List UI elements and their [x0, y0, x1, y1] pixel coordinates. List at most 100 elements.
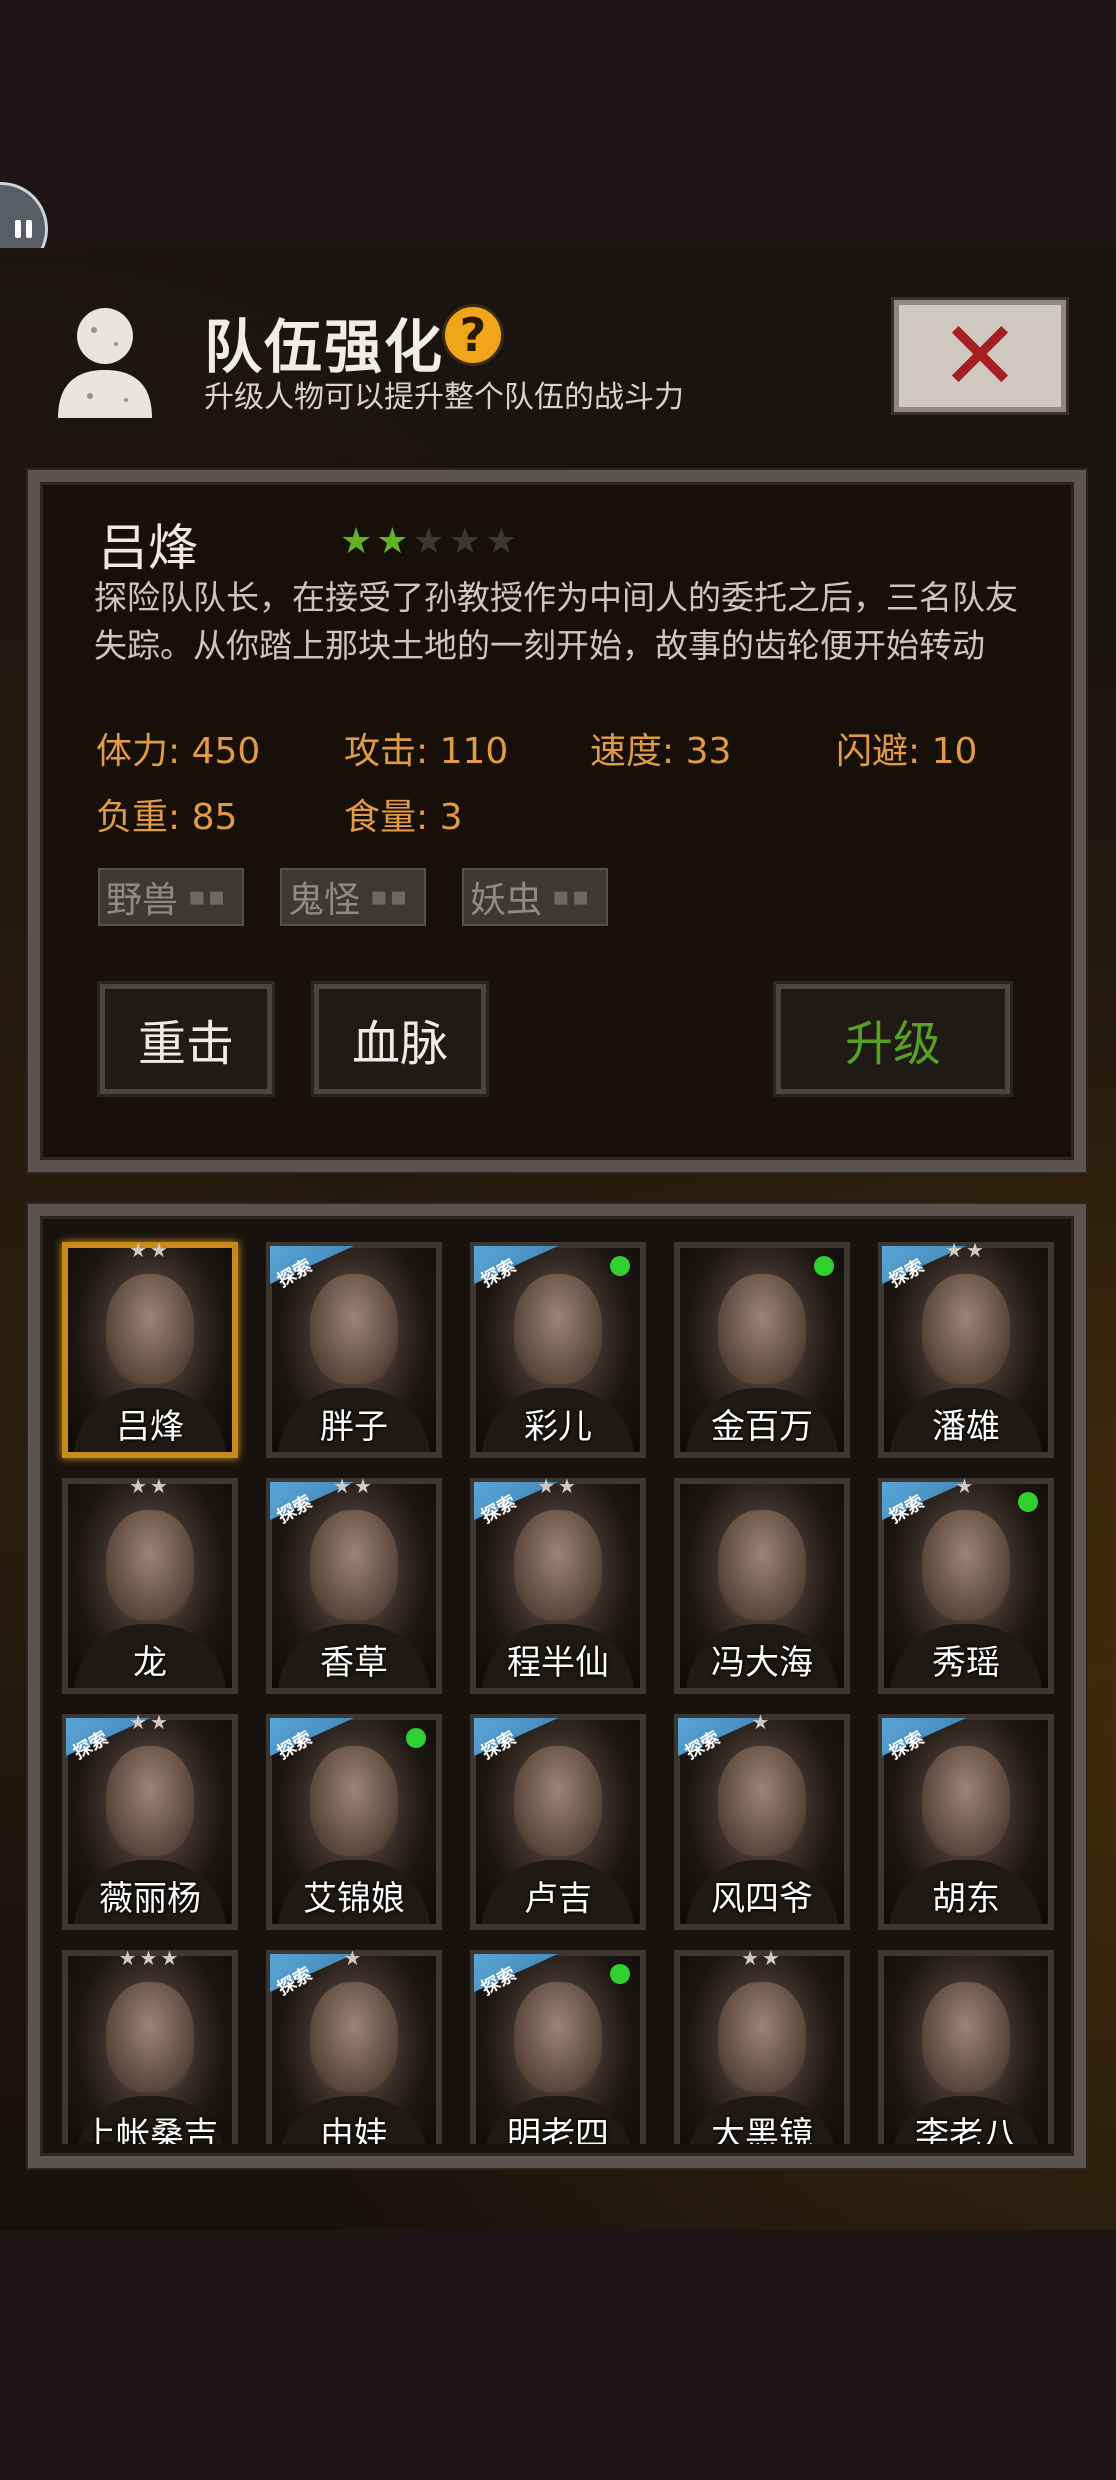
character-card[interactable]: 李老八: [878, 1950, 1054, 2144]
star-icon: ★: [448, 521, 482, 562]
character-name: 龙: [133, 1643, 167, 1683]
portrait-face: [718, 1510, 806, 1620]
status-dot-icon: [610, 1256, 630, 1276]
character-name: 冯大海: [711, 1643, 813, 1683]
character-stars: ★★★: [118, 1946, 182, 1970]
character-stars: ★★: [945, 1238, 987, 1262]
character-stars: ★: [343, 1946, 365, 1970]
portrait-face: [922, 1510, 1010, 1620]
character-name: 艾锦娘: [303, 1879, 405, 1919]
tag-insect: 妖虫 ▪▪: [462, 868, 608, 926]
character-name: 上帐桑吉: [82, 2115, 218, 2144]
portrait-face: [106, 1510, 194, 1620]
stat-load: 负重: 85: [96, 797, 238, 838]
tag-label: 野兽: [106, 880, 179, 921]
tag-ghost: 鬼怪 ▪▪: [280, 868, 426, 926]
character-card[interactable]: 冯大海: [674, 1478, 850, 1694]
tag-label: 鬼怪: [288, 880, 361, 921]
character-card[interactable]: 探索 胡东: [878, 1714, 1054, 1930]
character-name: 大黑镜: [711, 2115, 813, 2144]
character-card[interactable]: 探索 胖子: [266, 1242, 442, 1458]
character-name: 明老四: [507, 2115, 609, 2144]
character-stars: ★★: [129, 1710, 171, 1734]
character-card[interactable]: ★★ 吕烽: [62, 1238, 238, 1458]
stat-food: 食量: 3: [344, 797, 463, 838]
character-name: 胖子: [320, 1407, 388, 1447]
tag-beast: 野兽 ▪▪: [98, 868, 244, 926]
character-card[interactable]: ★★ 大黑镜: [674, 1946, 850, 2144]
portrait-face: [106, 1982, 194, 2092]
skill-bloodline-button[interactable]: 血脉: [311, 981, 489, 1097]
character-name: 卢吉: [524, 1879, 592, 1919]
character-name: 潘雄: [932, 1407, 1000, 1447]
portrait-face: [106, 1274, 194, 1384]
character-name: 金百万: [711, 1407, 813, 1447]
portrait-face: [310, 1982, 398, 2092]
character-grid: ★★ 吕烽 探索 胖子 探索 彩儿 金百万 探索 ★★ 潘雄 ★★ 龙探索 ★★ 香草 探索 ★★ 程半仙 冯大海…: [46, 1228, 1070, 2144]
portrait-face: [310, 1510, 398, 1620]
tag-label: 妖虫: [470, 880, 543, 921]
skill-heavy-strike-button[interactable]: 重击: [97, 981, 275, 1097]
character-name: 香草: [320, 1643, 388, 1683]
character-card[interactable]: 探索 ★★ 程半仙: [470, 1474, 646, 1694]
portrait-face: [514, 1510, 602, 1620]
portrait-face: [514, 1274, 602, 1384]
character-card[interactable]: 探索 卢吉: [470, 1714, 646, 1930]
status-dot-icon: [610, 1964, 630, 1984]
star-icon: ★: [340, 521, 373, 562]
page-subtitle: 升级人物可以提升整个队伍的战斗力: [204, 380, 684, 415]
pause-float-icon: [14, 220, 32, 238]
character-card[interactable]: 探索 艾锦娘: [266, 1714, 442, 1930]
character-description: 探险队队长，在接受了孙教授作为中间人的委托之后，三名队友失踪。从你踏上那块土地的…: [94, 578, 1018, 665]
character-stars: ★★: [741, 1946, 783, 1970]
character-card[interactable]: 探索 ★ 秀瑶: [878, 1474, 1054, 1694]
portrait-face: [922, 1746, 1010, 1856]
character-card[interactable]: 金百万: [674, 1242, 850, 1458]
portrait-face: [310, 1274, 398, 1384]
star-icon: ★: [376, 521, 409, 562]
star-icon: ★: [412, 521, 445, 562]
character-card[interactable]: 探索 ★★ 潘雄: [878, 1238, 1054, 1458]
portrait-face: [718, 1982, 806, 2092]
character-card[interactable]: 探索 ★ 由娃: [266, 1946, 442, 2144]
stat-attack: 攻击: 110: [344, 731, 509, 772]
character-stars: ★: [751, 1710, 773, 1734]
portrait-face: [922, 1982, 1010, 2092]
character-name: 秀瑶: [932, 1643, 1000, 1683]
character-stars: ★ ★ ★ ★ ★: [340, 524, 517, 560]
character-name: 薇丽杨: [99, 1879, 201, 1919]
tag-level: ▪▪: [552, 882, 592, 912]
character-card[interactable]: 探索 彩儿: [470, 1242, 646, 1458]
character-card[interactable]: ★★ 龙: [62, 1474, 238, 1694]
close-button[interactable]: ✕: [891, 297, 1069, 415]
portrait-face: [922, 1274, 1010, 1384]
character-name: 由娃: [320, 2115, 388, 2144]
portrait-face: [514, 1746, 602, 1856]
status-dot-icon: [814, 1256, 834, 1276]
close-icon: ✕: [939, 300, 1021, 412]
portrait-face: [310, 1746, 398, 1856]
upgrade-button[interactable]: 升级: [773, 981, 1013, 1097]
character-card[interactable]: 探索 ★★ 薇丽杨: [62, 1710, 238, 1930]
question-icon[interactable]: ?: [442, 304, 504, 366]
portrait-face: [514, 1982, 602, 2092]
portrait-face: [718, 1274, 806, 1384]
stat-speed: 速度: 33: [590, 731, 732, 772]
character-stars: ★★: [537, 1474, 579, 1498]
status-dot-icon: [406, 1728, 426, 1748]
character-name: 吕烽: [116, 1407, 184, 1447]
user-silhouette-icon: [58, 308, 152, 418]
portrait-face: [106, 1746, 194, 1856]
star-icon: ★: [485, 521, 518, 562]
character-card[interactable]: ★★★ 上帐桑吉: [62, 1946, 238, 2144]
character-card[interactable]: 探索 ★ 风四爷: [674, 1710, 850, 1930]
character-card[interactable]: 探索 ★★ 香草: [266, 1474, 442, 1694]
character-name: 胡东: [932, 1879, 1000, 1919]
stat-dodge: 闪避: 10: [836, 731, 978, 772]
character-stars: ★★: [333, 1474, 375, 1498]
character-card[interactable]: 探索 明老四: [470, 1950, 646, 2144]
tag-level: ▪▪: [188, 882, 228, 912]
character-stars: ★★: [129, 1238, 171, 1262]
character-name: 风四爷: [711, 1879, 813, 1919]
portrait-face: [718, 1746, 806, 1856]
